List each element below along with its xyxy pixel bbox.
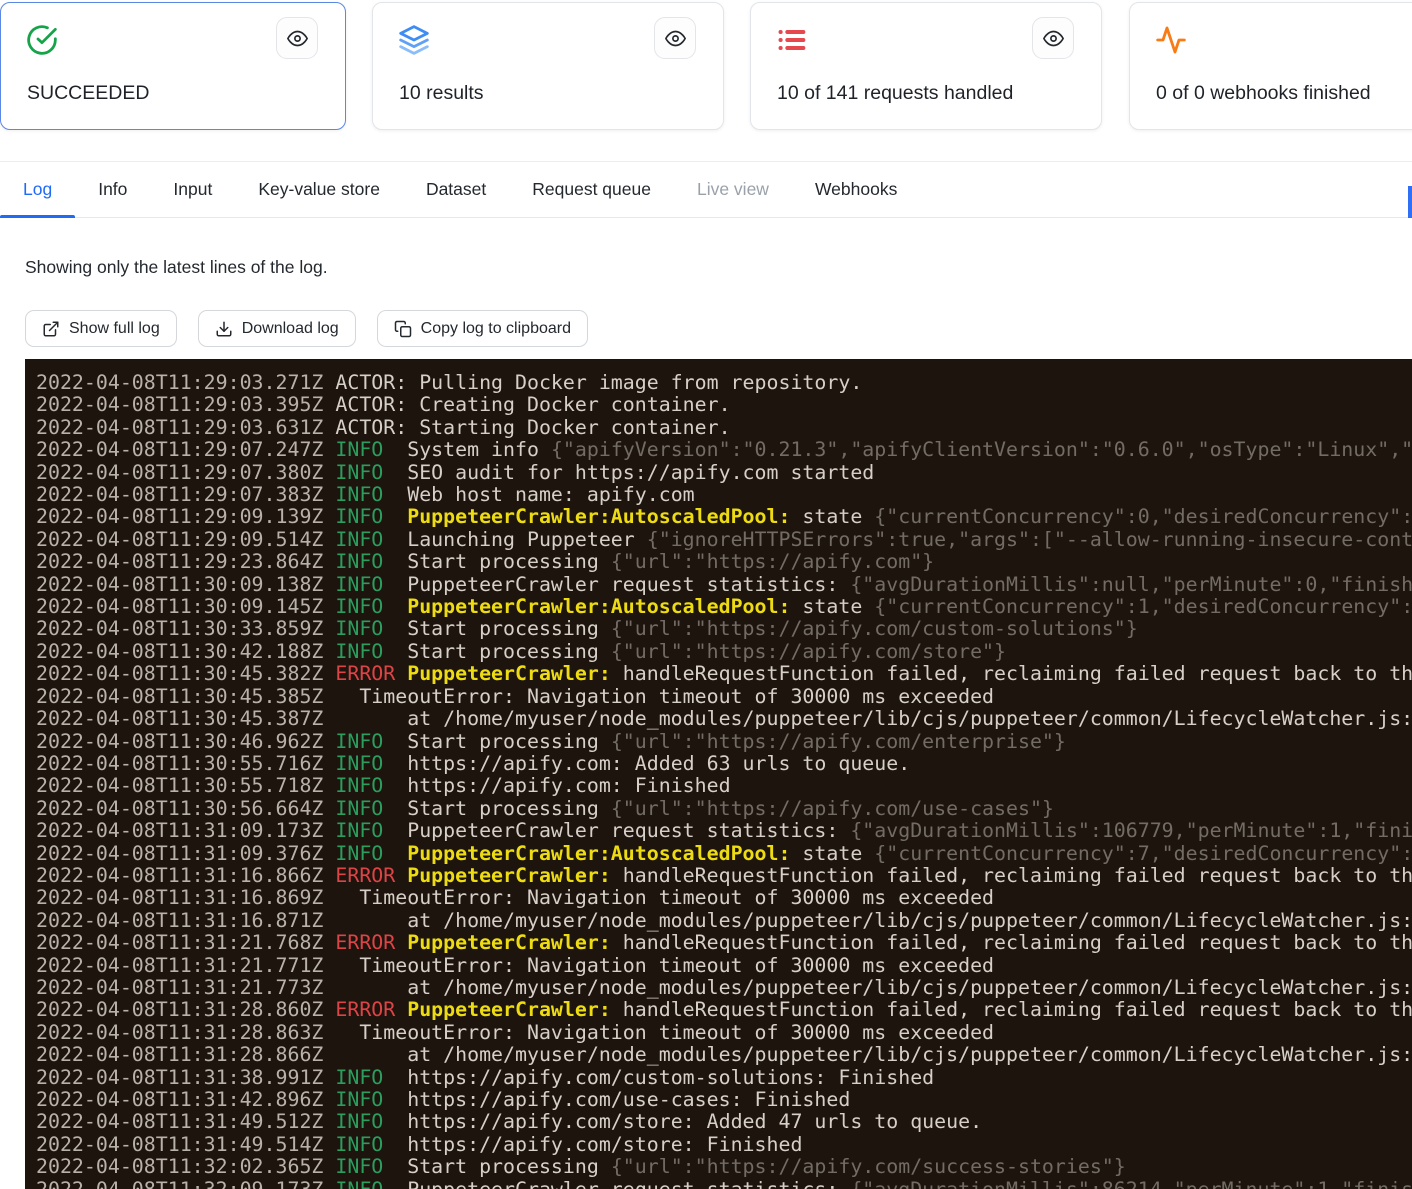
log-line: 2022-04-08T11:31:38.991Z INFO https://ap… — [36, 1067, 1412, 1089]
tab-request-queue[interactable]: Request queue — [509, 162, 674, 217]
show-full-log-label: Show full log — [69, 320, 160, 338]
status-card-label: SUCCEEDED — [27, 82, 149, 105]
eye-icon — [665, 28, 686, 49]
requests-card[interactable]: 10 of 141 requests handled — [750, 2, 1102, 130]
right-edge-tab-indicator — [1408, 186, 1412, 218]
webhooks-card-label: 0 of 0 webhooks finished — [1156, 82, 1371, 105]
download-icon — [215, 320, 233, 338]
log-line: 2022-04-08T11:31:28.863Z TimeoutError: N… — [36, 1022, 1412, 1044]
log-line: 2022-04-08T11:31:21.771Z TimeoutError: N… — [36, 955, 1412, 977]
layers-icon — [398, 24, 430, 56]
copy-log-label: Copy log to clipboard — [421, 320, 571, 338]
log-line: 2022-04-08T11:29:09.514Z INFO Launching … — [36, 529, 1412, 551]
log-line: 2022-04-08T11:30:56.664Z INFO Start proc… — [36, 798, 1412, 820]
log-line: 2022-04-08T11:30:55.718Z INFO https://ap… — [36, 775, 1412, 797]
log-line: 2022-04-08T11:29:07.247Z INFO System inf… — [36, 439, 1412, 461]
log-line: 2022-04-08T11:31:28.860Z ERROR Puppeteer… — [36, 999, 1412, 1021]
log-line: 2022-04-08T11:31:49.512Z INFO https://ap… — [36, 1111, 1412, 1133]
log-line: 2022-04-08T11:30:45.387Z at /home/myuser… — [36, 708, 1412, 730]
status-card-succeeded[interactable]: SUCCEEDED — [0, 2, 346, 130]
log-line: 2022-04-08T11:32:09.173Z INFO PuppeteerC… — [36, 1179, 1412, 1189]
log-line: 2022-04-08T11:30:42.188Z INFO Start proc… — [36, 641, 1412, 663]
download-log-label: Download log — [242, 320, 339, 338]
log-line: 2022-04-08T11:29:07.383Z INFO Web host n… — [36, 484, 1412, 506]
eye-icon — [1043, 28, 1064, 49]
log-line: 2022-04-08T11:29:03.631Z ACTOR: Starting… — [36, 417, 1412, 439]
check-circle-icon — [26, 24, 58, 56]
log-line: 2022-04-08T11:31:16.866Z ERROR Puppeteer… — [36, 865, 1412, 887]
log-line: 2022-04-08T11:31:49.514Z INFO https://ap… — [36, 1134, 1412, 1156]
log-line: 2022-04-08T11:31:28.866Z at /home/myuser… — [36, 1044, 1412, 1066]
log-line: 2022-04-08T11:29:09.139Z INFO PuppeteerC… — [36, 506, 1412, 528]
tab-key-value-store[interactable]: Key-value store — [235, 162, 403, 217]
log-line: 2022-04-08T11:31:21.768Z ERROR Puppeteer… — [36, 932, 1412, 954]
log-line: 2022-04-08T11:29:23.864Z INFO Start proc… — [36, 551, 1412, 573]
log-line: 2022-04-08T11:31:09.173Z INFO PuppeteerC… — [36, 820, 1412, 842]
copy-icon — [394, 320, 412, 338]
external-link-icon — [42, 320, 60, 338]
log-line: 2022-04-08T11:31:16.871Z at /home/myuser… — [36, 910, 1412, 932]
view-requests-button[interactable] — [1032, 17, 1074, 59]
tab-info[interactable]: Info — [75, 162, 150, 217]
results-card[interactable]: 10 results — [372, 2, 724, 130]
log-line: 2022-04-08T11:29:03.271Z ACTOR: Pulling … — [36, 372, 1412, 394]
log-line: 2022-04-08T11:31:42.896Z INFO https://ap… — [36, 1089, 1412, 1111]
requests-card-label: 10 of 141 requests handled — [777, 82, 1013, 105]
log-line: 2022-04-08T11:29:03.395Z ACTOR: Creating… — [36, 394, 1412, 416]
tab-webhooks[interactable]: Webhooks — [792, 162, 920, 217]
copy-log-button[interactable]: Copy log to clipboard — [377, 310, 588, 347]
download-log-button[interactable]: Download log — [198, 310, 356, 347]
eye-icon — [287, 28, 308, 49]
log-line: 2022-04-08T11:31:16.869Z TimeoutError: N… — [36, 887, 1412, 909]
log-line: 2022-04-08T11:31:21.773Z at /home/myuser… — [36, 977, 1412, 999]
log-line: 2022-04-08T11:30:33.859Z INFO Start proc… — [36, 618, 1412, 640]
log-line: 2022-04-08T11:30:09.145Z INFO PuppeteerC… — [36, 596, 1412, 618]
activity-icon — [1155, 24, 1187, 56]
tab-input[interactable]: Input — [150, 162, 235, 217]
show-full-log-button[interactable]: Show full log — [25, 310, 177, 347]
run-tabs: Log Info Input Key-value store Dataset R… — [0, 161, 1412, 218]
log-output: 2022-04-08T11:29:03.271Z ACTOR: Pulling … — [36, 372, 1412, 1189]
log-line: 2022-04-08T11:32:02.365Z INFO Start proc… — [36, 1156, 1412, 1178]
log-actions: Show full log Download log Copy log to c… — [25, 310, 588, 347]
log-line: 2022-04-08T11:30:09.138Z INFO PuppeteerC… — [36, 574, 1412, 596]
log-line: 2022-04-08T11:30:45.385Z TimeoutError: N… — [36, 686, 1412, 708]
log-line: 2022-04-08T11:31:09.376Z INFO PuppeteerC… — [36, 843, 1412, 865]
log-line: 2022-04-08T11:30:55.716Z INFO https://ap… — [36, 753, 1412, 775]
view-status-button[interactable] — [276, 17, 318, 59]
results-card-label: 10 results — [399, 82, 484, 105]
log-note: Showing only the latest lines of the log… — [25, 257, 328, 278]
tab-dataset[interactable]: Dataset — [403, 162, 509, 217]
log-panel[interactable]: 2022-04-08T11:29:03.271Z ACTOR: Pulling … — [25, 359, 1412, 1189]
log-line: 2022-04-08T11:30:45.382Z ERROR Puppeteer… — [36, 663, 1412, 685]
log-line: 2022-04-08T11:29:07.380Z INFO SEO audit … — [36, 462, 1412, 484]
list-icon — [776, 24, 808, 56]
tab-log[interactable]: Log — [0, 162, 75, 217]
webhooks-card[interactable]: 0 of 0 webhooks finished — [1129, 2, 1412, 130]
tab-live-view: Live view — [674, 162, 792, 217]
view-results-button[interactable] — [654, 17, 696, 59]
log-line: 2022-04-08T11:30:46.962Z INFO Start proc… — [36, 731, 1412, 753]
